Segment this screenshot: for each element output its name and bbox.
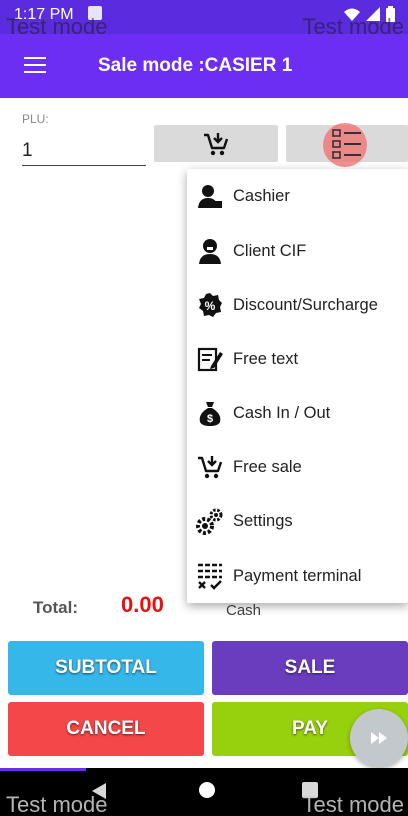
plu-input[interactable] [22,136,146,166]
total-label: Total: [33,598,79,617]
total-value: 0.00 [121,592,164,617]
nav-accent-line [0,768,86,771]
page-title: Sale mode :CASIER 1 [98,55,293,76]
menu-item-label: Free text [233,349,299,368]
sale-button[interactable]: SALE [212,641,408,695]
menu-item-label: Cash In / Out [233,403,331,422]
user-icon [198,185,222,208]
percent-icon: % [199,293,222,317]
money-bag-icon: $ [199,402,221,426]
menu-item-label: Payment terminal [233,566,362,585]
payment-terminal-icon [198,563,222,590]
add-to-cart-button[interactable] [154,125,278,162]
menu-list-icon [332,129,361,159]
menu-item-discount-surcharge[interactable]: % Discount/Surcharge [187,278,408,332]
plu-label: PLU: [22,112,49,126]
menu-item-free-sale[interactable]: Free sale [187,440,408,494]
home-nav-icon[interactable] [199,782,215,798]
subtotal-button[interactable]: SUBTOTAL [8,641,204,695]
menu-item-label: Client CIF [233,241,307,260]
gears-icon [196,508,223,535]
client-icon [199,239,221,264]
cancel-button[interactable]: CANCEL [8,702,204,756]
fast-forward-icon [371,732,387,744]
overflow-menu: Cashier Client CIF % Discount/Surcharge [187,169,408,603]
menu-item-free-text[interactable]: Free text [187,332,408,386]
menu-item-client-cif[interactable]: Client CIF [187,224,408,278]
svg-text:$: $ [207,413,213,425]
watermark-bottom-right: Test mode [302,792,405,816]
cash-text-partial: Cash [226,602,262,619]
menu-item-settings[interactable]: Settings [187,494,408,548]
menu-item-label: Discount/Surcharge [233,295,378,314]
cart-add-icon [198,456,223,479]
menu-item-label: Settings [233,511,293,530]
edit-icon [197,347,223,372]
menu-item-label: Cashier [233,186,290,205]
menu-item-payment-terminal[interactable]: Payment terminal [187,549,408,603]
menu-item-cash-in-out[interactable]: $ Cash In / Out [187,386,408,440]
watermark-bottom-left: Test mode [6,792,108,816]
add-to-cart-icon [204,132,229,155]
hamburger-menu-icon[interactable] [24,57,46,75]
menu-item-cashier[interactable]: Cashier [187,169,408,223]
fast-forward-button[interactable] [350,709,408,767]
menu-item-label: Free sale [233,457,302,476]
svg-text:%: % [205,299,216,313]
